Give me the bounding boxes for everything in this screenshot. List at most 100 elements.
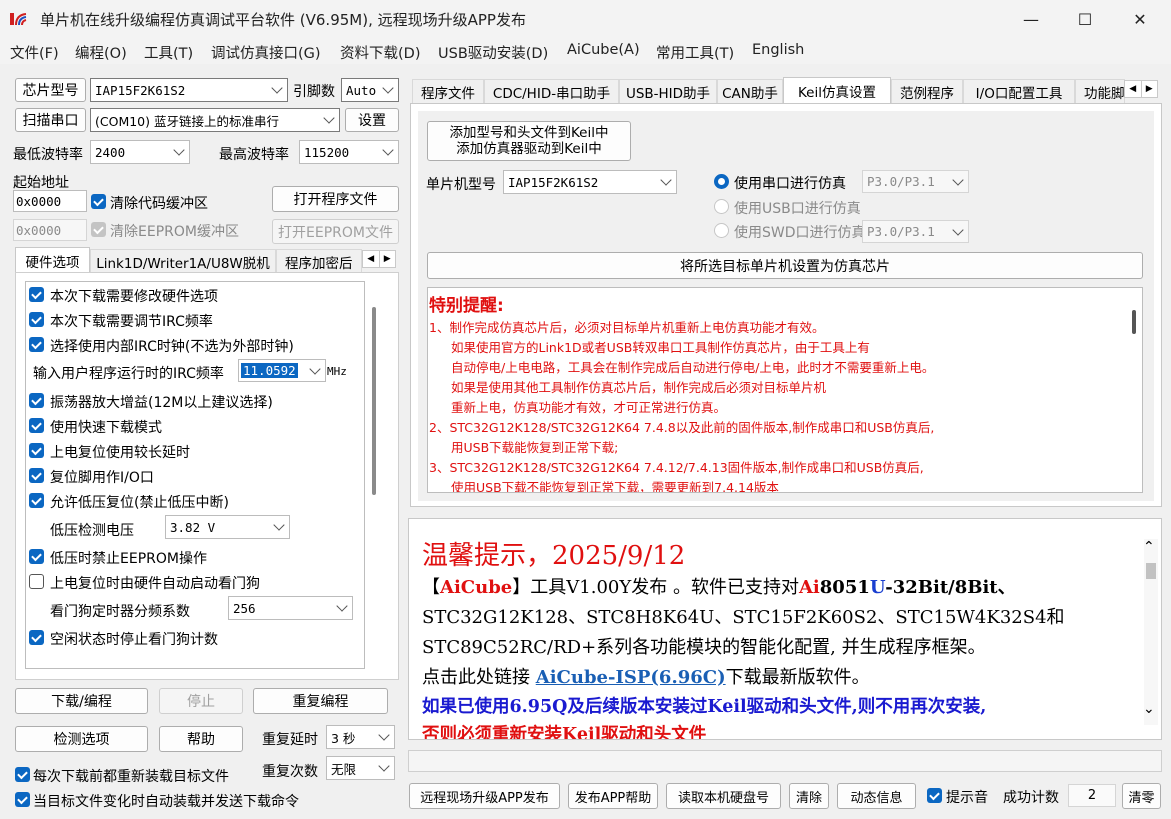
arrow-right-icon[interactable]: ▶ bbox=[1140, 81, 1158, 97]
dynamic-info-button[interactable]: 动态信息 bbox=[837, 783, 916, 809]
set-sim-chip-button[interactable]: 将所选目标单片机设置为仿真芯片 bbox=[427, 252, 1143, 279]
detect-options-button[interactable]: 检测选项 bbox=[15, 726, 148, 752]
tip-panel: 温馨提示，2025/9/12 【AiCube】工具V1.00Y发布 。软件已支持… bbox=[408, 518, 1162, 740]
right-tab-scroller[interactable]: ◀ ▶ bbox=[1124, 80, 1158, 98]
menu-aicube[interactable]: AiCube(A) bbox=[567, 42, 640, 58]
eeprom-address-input[interactable]: 0x0000 bbox=[13, 219, 87, 241]
reload-each-checkbox[interactable] bbox=[15, 767, 30, 782]
chevron-down-icon bbox=[952, 173, 964, 186]
arrow-right-icon[interactable]: ▶ bbox=[378, 251, 396, 267]
menu-usb-driver[interactable]: USB驱动安装(D) bbox=[438, 42, 548, 63]
left-tab-scroller[interactable]: ◀ ▶ bbox=[362, 250, 396, 268]
repeat-program-button[interactable]: 重复编程 bbox=[253, 688, 388, 714]
wdt-select[interactable]: 256 bbox=[228, 596, 353, 620]
stop-button[interactable]: 停止 bbox=[159, 688, 243, 714]
clear-eeprom-checkbox[interactable] bbox=[91, 222, 106, 237]
code-address-input[interactable]: 0x0000 bbox=[13, 190, 87, 212]
chip-model-button[interactable]: 芯片型号 bbox=[15, 78, 86, 102]
sim-serial-port-select[interactable]: P3.0/P3.1 bbox=[862, 170, 969, 193]
help-button[interactable]: 帮助 bbox=[159, 726, 243, 752]
scan-port-button[interactable]: 扫描串口 bbox=[15, 108, 86, 132]
max-baud-value: 115200 bbox=[304, 144, 350, 160]
tab-serial-assistant[interactable]: CDC/HID-串口助手 bbox=[484, 79, 619, 103]
chevron-down-icon bbox=[378, 729, 390, 741]
open-eeprom-button[interactable]: 打开EEPROM文件 bbox=[272, 219, 399, 244]
option-checkbox[interactable] bbox=[29, 549, 44, 564]
tab-usb-hid[interactable]: USB-HID助手 bbox=[619, 79, 717, 103]
chip-model-select[interactable]: IAP15F2K61S2 bbox=[90, 78, 288, 102]
open-program-button[interactable]: 打开程序文件 bbox=[272, 186, 399, 212]
repeat-delay-select[interactable]: 3 秒 bbox=[326, 725, 395, 749]
option-checkbox[interactable] bbox=[29, 468, 44, 483]
menu-common-tools[interactable]: 常用工具(T) bbox=[656, 42, 734, 63]
tab-hardware-options[interactable]: 硬件选项 bbox=[15, 247, 90, 273]
notice-scrollbar[interactable] bbox=[1132, 310, 1136, 334]
min-baud-select[interactable]: 2400 bbox=[90, 140, 190, 164]
tab-examples[interactable]: 范例程序 bbox=[891, 79, 963, 103]
option-label: 空闲状态时停止看门狗计数 bbox=[50, 632, 218, 648]
tip-highlight: U bbox=[869, 577, 886, 598]
options-scrollbar[interactable] bbox=[372, 307, 376, 495]
option-checkbox[interactable] bbox=[29, 418, 44, 433]
min-baud-value: 2400 bbox=[95, 144, 126, 160]
tab-io-config[interactable]: I/O口配置工具 bbox=[963, 79, 1075, 103]
beep-checkbox[interactable] bbox=[927, 788, 942, 803]
sim-serial-radio[interactable] bbox=[714, 174, 729, 189]
port-select[interactable]: (COM10) 蓝牙链接上的标准串行 bbox=[90, 108, 340, 132]
mcu-model-select[interactable]: IAP15F2K61S2 bbox=[503, 170, 677, 194]
pin-count-select[interactable]: Auto bbox=[341, 78, 399, 102]
arrow-left-icon[interactable]: ◀ bbox=[1125, 81, 1141, 97]
read-disk-button[interactable]: 读取本机硬盘号 bbox=[666, 783, 781, 809]
tab-can[interactable]: CAN助手 bbox=[717, 79, 783, 103]
reset-count-button[interactable]: 清零 bbox=[1122, 783, 1161, 809]
download-button[interactable]: 下载/编程 bbox=[15, 688, 148, 714]
close-icon[interactable]: ✕ bbox=[1113, 0, 1167, 38]
menu-downloads[interactable]: 资料下载(D) bbox=[340, 42, 420, 63]
option-label: 振荡器放大增益(12M以上建议选择) bbox=[50, 395, 273, 411]
chevron-up-icon[interactable]: ⌃ bbox=[1143, 539, 1155, 555]
maximize-icon[interactable]: ☐ bbox=[1058, 0, 1112, 38]
add-keil-files-button[interactable]: 添加型号和头文件到Keil中 添加仿真器驱动到Keil中 bbox=[427, 121, 631, 161]
menu-english[interactable]: English bbox=[752, 42, 804, 58]
tab-offline[interactable]: Link1D/Writer1A/U8W脱机 bbox=[90, 249, 276, 273]
clear-button[interactable]: 清除 bbox=[789, 783, 829, 809]
tab-keil-sim[interactable]: Keil仿真设置 bbox=[783, 77, 891, 103]
tab-program-file[interactable]: 程序文件 bbox=[412, 79, 484, 103]
arrow-left-icon[interactable]: ◀ bbox=[363, 251, 379, 267]
lvd-select[interactable]: 3.82 V bbox=[165, 515, 290, 539]
chevron-down-icon[interactable]: ⌄ bbox=[1143, 701, 1155, 717]
port-settings-button[interactable]: 设置 bbox=[345, 108, 399, 132]
option-checkbox[interactable] bbox=[29, 630, 44, 645]
irc-frequency-select[interactable]: 11.0592 bbox=[238, 359, 326, 382]
option-checkbox[interactable] bbox=[29, 574, 44, 589]
sim-usb-radio[interactable] bbox=[714, 199, 729, 214]
chevron-down-icon bbox=[309, 362, 321, 375]
menu-tools[interactable]: 工具(T) bbox=[144, 42, 193, 63]
option-checkbox[interactable] bbox=[29, 337, 44, 352]
tab-encryption[interactable]: 程序加密后 bbox=[276, 249, 362, 273]
sim-swd-port-select[interactable]: P3.0/P3.1 bbox=[862, 220, 969, 243]
option-checkbox[interactable] bbox=[29, 287, 44, 302]
minimize-icon[interactable]: — bbox=[1004, 0, 1058, 38]
wdt-label: 看门狗定时器分频系数 bbox=[50, 604, 190, 620]
app-help-button[interactable]: 发布APP帮助 bbox=[568, 783, 658, 809]
menu-file[interactable]: 文件(F) bbox=[10, 42, 59, 63]
tab-function-pin[interactable]: 功能脚 bbox=[1075, 79, 1125, 103]
option-checkbox[interactable] bbox=[29, 393, 44, 408]
sim-swd-radio[interactable] bbox=[714, 223, 729, 238]
tip-text: 8051 bbox=[819, 577, 870, 598]
aicube-download-link[interactable]: AiCube-ISP(6.96C) bbox=[536, 667, 726, 688]
remote-upgrade-button[interactable]: 远程现场升级APP发布 bbox=[409, 783, 560, 809]
option-checkbox[interactable] bbox=[29, 493, 44, 508]
option-checkbox[interactable] bbox=[29, 312, 44, 327]
clear-code-checkbox[interactable] bbox=[91, 194, 106, 209]
repeat-count-select[interactable]: 无限 bbox=[326, 756, 395, 780]
option-checkbox[interactable] bbox=[29, 443, 44, 458]
menu-debug-interface[interactable]: 调试仿真接口(G) bbox=[211, 42, 321, 63]
tip-scrollbar[interactable] bbox=[1144, 539, 1158, 725]
notice-line: 自动停电/上电电路，工具会在制作完成后自动进行停电/上电，此时才不需要重新上电。 bbox=[451, 360, 935, 375]
tip-scroll-thumb[interactable] bbox=[1146, 563, 1156, 579]
max-baud-select[interactable]: 115200 bbox=[299, 140, 399, 164]
menu-program[interactable]: 编程(O) bbox=[75, 42, 127, 63]
auto-reload-checkbox[interactable] bbox=[15, 792, 30, 807]
